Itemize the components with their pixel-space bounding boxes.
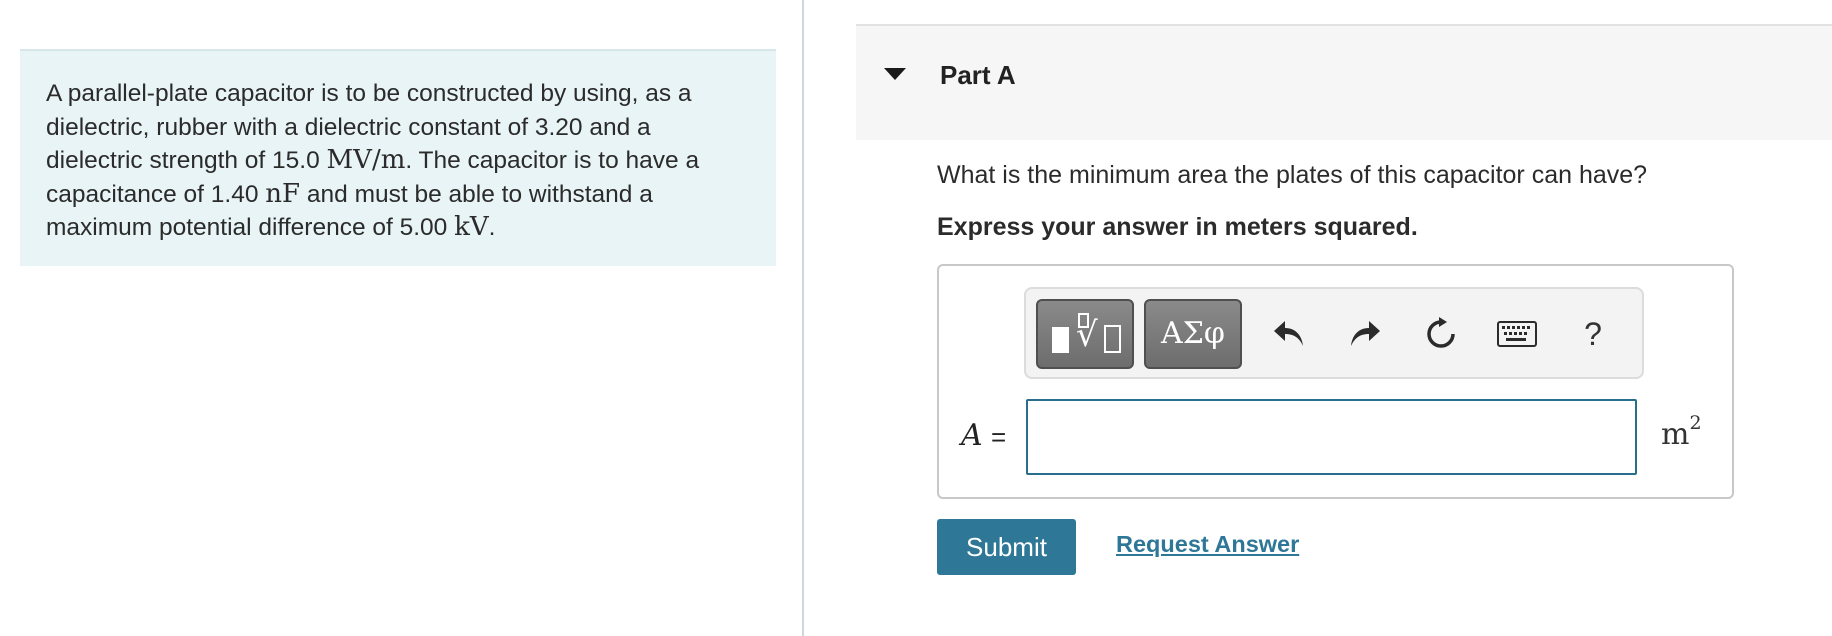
problem-line-text: capacitance of 1.40 <box>46 180 266 208</box>
problem-line-text: maximum potential difference of 5.00 <box>46 214 455 241</box>
problem-line-text: dielectric strength of 15.0 <box>46 147 327 174</box>
collapse-caret-icon[interactable] <box>884 68 906 80</box>
request-answer-link[interactable]: Request Answer <box>1116 531 1299 558</box>
answer-box: √ ΑΣφ ? A = m2 <box>937 264 1734 499</box>
math-unit: MV/m <box>326 145 406 175</box>
question-text: What is the minimum area the plates of t… <box>937 161 1648 189</box>
help-icon[interactable]: ? <box>1568 309 1618 359</box>
equals-sign: = <box>991 422 1007 452</box>
problem-line-text: dielectric, rubber with a dielectric con… <box>46 113 651 141</box>
keyboard-icon[interactable] <box>1492 309 1542 359</box>
problem-line: capacitance of 1.40 nF and must be able … <box>46 178 750 212</box>
greek-letters-button[interactable]: ΑΣφ <box>1144 299 1242 369</box>
problem-line-text: . <box>488 214 496 241</box>
problem-line: dielectric, rubber with a dielectric con… <box>46 111 750 145</box>
part-title: Part A <box>940 60 1016 90</box>
unit-base: m <box>1661 417 1690 452</box>
templates-icon <box>1052 327 1069 353</box>
part-header[interactable]: Part A <box>856 24 1832 140</box>
answer-variable: A <box>961 418 983 453</box>
problem-statement: A parallel-plate capacitor is to be cons… <box>20 49 776 266</box>
radical-box-icon <box>1104 325 1121 353</box>
answer-instruction: Express your answer in meters squared. <box>937 213 1418 241</box>
reset-icon[interactable] <box>1416 309 1466 359</box>
problem-text: A parallel-plate capacitor is to be cons… <box>46 77 750 245</box>
submit-button[interactable]: Submit <box>937 519 1076 575</box>
answer-input[interactable] <box>1026 399 1637 475</box>
math-toolbar: √ ΑΣφ ? <box>1024 287 1644 379</box>
math-unit: nF <box>265 178 301 209</box>
page: A parallel-plate capacitor is to be cons… <box>0 0 1832 636</box>
undo-icon[interactable] <box>1264 309 1314 359</box>
radical-icon: √ <box>1076 315 1098 355</box>
problem-line-text: and must be able to withstand a <box>300 180 653 208</box>
problem-line: maximum potential difference of 5.00 kV. <box>46 211 750 245</box>
templates-button[interactable]: √ <box>1036 299 1134 369</box>
panel-divider <box>802 0 804 636</box>
unit-exponent: 2 <box>1689 412 1702 434</box>
problem-line-text: . The capacitor is to have a <box>405 147 700 174</box>
problem-line: A parallel-plate capacitor is to be cons… <box>46 77 750 111</box>
redo-icon[interactable] <box>1340 309 1390 359</box>
answer-unit: m2 <box>1661 412 1702 452</box>
problem-line-text: A parallel-plate capacitor is to be cons… <box>46 80 692 107</box>
math-unit: kV <box>454 212 489 242</box>
problem-line: dielectric strength of 15.0 MV/m. The ca… <box>46 144 750 178</box>
